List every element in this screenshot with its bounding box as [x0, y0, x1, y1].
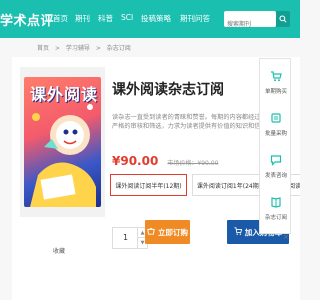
option-half-year[interactable]: 课外阅读订阅半年(12期) — [110, 174, 187, 196]
search-icon — [279, 15, 287, 23]
nav-qa[interactable]: 期刊问答 — [180, 13, 210, 24]
float-magazine-subscribe[interactable]: 杂志订阅 — [260, 193, 292, 221]
cart-icon — [271, 71, 282, 82]
price-row: ¥90.00 市场价格：¥90.00 — [112, 150, 218, 169]
search-box — [224, 11, 276, 33]
float-bulk-purchase-label: 批量采购 — [264, 131, 287, 137]
price: ¥90.00 — [112, 154, 159, 168]
product-card: 课外阅读 收藏 课外阅读杂志订阅 读杂志一直受到读者的青睐和赞誉。每期的内容都经… — [12, 57, 300, 300]
search-button[interactable] — [276, 11, 290, 27]
product-title: 课外阅读杂志订阅 — [112, 82, 224, 98]
nav-sci[interactable]: SCI — [121, 13, 133, 22]
float-bulk-purchase[interactable]: 批量采购 — [260, 109, 292, 137]
product-cover[interactable]: 课外阅读 — [20, 67, 105, 217]
nav-science[interactable]: 科普 — [98, 13, 113, 24]
quantity-stepper[interactable]: 1 ▲ ▼ — [112, 227, 148, 249]
original-price: 市场价格：¥90.00 — [167, 160, 219, 167]
search-input[interactable] — [224, 16, 276, 33]
site-logo[interactable]: 学术点评 — [0, 10, 54, 29]
page: 学术点评 首页 期刊 科普 SCI 投稿策略 期刊问答 首页 > 学习辅导 > … — [0, 0, 300, 300]
buy-icon — [147, 227, 155, 237]
breadcrumb: 首页 > 学习辅导 > 杂志订阅 — [37, 43, 131, 52]
cover-art: 课外阅读 — [24, 77, 101, 207]
breadcrumb-separator: > — [95, 45, 101, 52]
breadcrumb-current: 杂志订阅 — [106, 45, 131, 52]
float-magazine-subscribe-label: 杂志订阅 — [264, 215, 287, 221]
float-publish-consult[interactable]: 发表咨询 — [260, 151, 292, 179]
bulk-purchase-icon — [271, 113, 281, 123]
nav-journals[interactable]: 期刊 — [75, 13, 90, 24]
chat-icon — [270, 155, 282, 166]
product-description: 读杂志一直受到读者的青睐和赞誉。每期的内容都经过严格的审核和筛选，力求为读者提供… — [112, 114, 261, 130]
close-icon[interactable]: × — [283, 233, 289, 241]
floating-sidebar: 单期购买 批量采购 发表咨询 杂志订阅 — [259, 58, 291, 234]
buy-now-label: 立即订购 — [158, 227, 188, 237]
float-single-purchase[interactable]: 单期购买 — [260, 67, 292, 95]
cover-title: 课外阅读 — [30, 85, 99, 104]
breadcrumb-home[interactable]: 首页 — [37, 45, 49, 52]
nav-submission[interactable]: 投稿策略 — [141, 13, 171, 24]
buy-now-button[interactable]: 立即订购 — [145, 220, 190, 244]
quantity-value[interactable]: 1 — [123, 233, 128, 242]
favorite-label[interactable]: 收藏 — [53, 246, 65, 255]
option-one-year[interactable]: 课外阅读订阅1年(24期) — [192, 174, 266, 196]
breadcrumb-category[interactable]: 学习辅导 — [66, 45, 90, 52]
cart-icon — [234, 227, 242, 237]
nav-home[interactable]: 首页 — [53, 13, 68, 24]
float-single-purchase-label: 单期购买 — [264, 89, 287, 95]
float-publish-consult-label: 发表咨询 — [264, 173, 287, 179]
book-icon — [271, 197, 281, 208]
breadcrumb-separator: > — [54, 45, 60, 52]
top-nav: 学术点评 首页 期刊 科普 SCI 投稿策略 期刊问答 — [0, 0, 300, 38]
